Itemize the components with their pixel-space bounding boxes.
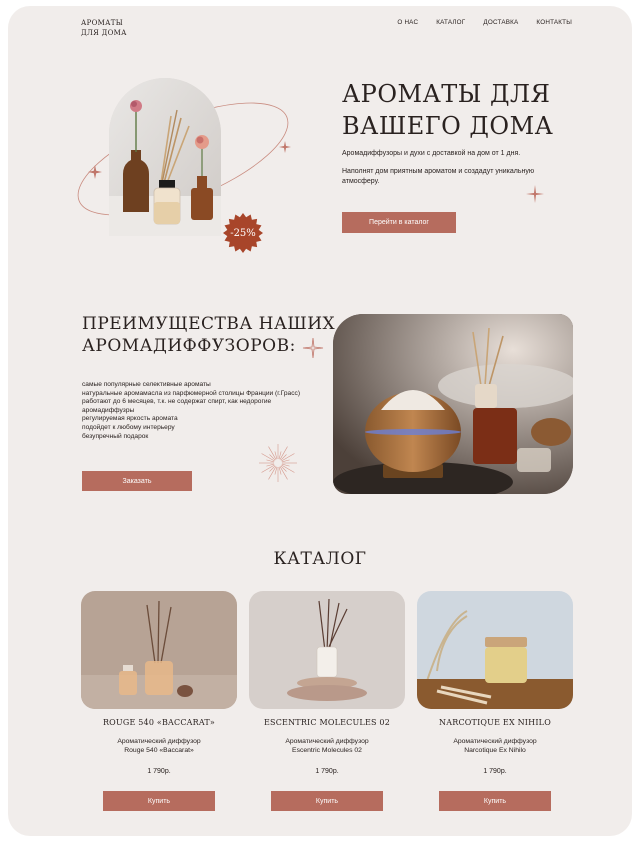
list-item: самые популярные селективные ароматы [82, 381, 211, 388]
product-price: 1 790р. [315, 768, 339, 775]
catalog-title: КАТАЛОГ [273, 549, 367, 569]
hero-text: Наполнят дом приятным ароматом и создаду… [342, 168, 535, 185]
diffuser-photo [333, 314, 573, 494]
advantages-list: самые популярные селективные ароматы нат… [82, 381, 312, 441]
sparkle-icon [88, 165, 102, 179]
product-card[interactable]: ESCENTRIC MOLECULES 02 Ароматический диф… [249, 591, 405, 811]
product-image[interactable] [249, 591, 405, 709]
logo-line-1: АРОМАТЫ [81, 19, 123, 27]
advantages-title: ПРЕИМУЩЕСТВА НАШИХ АРОМАДИФФУЗОРОВ: [82, 313, 335, 357]
sunburst-icon [259, 444, 297, 482]
hero-subtitle: Аромадиффузоры и духи с доставкой на дом… [342, 150, 521, 157]
product-description-line-1: Ароматический диффузор [453, 738, 537, 745]
sparkle-icon [302, 337, 324, 359]
product-image[interactable] [81, 591, 237, 709]
product-description-line-1: Ароматический диффузор [117, 738, 201, 745]
nav-item-about[interactable]: О НАС [397, 19, 418, 26]
product-name[interactable]: ESCENTRIC MOLECULES 02 [249, 718, 405, 727]
main-nav: О НАС КАТАЛОГ ДОСТАВКА КОНТАКТЫ [397, 19, 572, 26]
list-item: регулируемая яркость аромата [82, 415, 178, 423]
product-name[interactable]: ROUGE 540 «BACCARAT» [81, 718, 237, 727]
sparkle-icon [526, 185, 544, 203]
landing-page: АРОМАТЫ ДЛЯ ДОМА О НАС КАТАЛОГ ДОСТАВКА … [8, 6, 632, 836]
list-item: подойдет к любому интерьеру [82, 423, 175, 431]
list-item: работают до 6 месяцев, т.к. не содержат … [82, 398, 272, 414]
sparkle-icon [279, 141, 291, 153]
product-description: Ароматический диффузор Narcotique Ex Nih… [417, 737, 573, 755]
nav-item-catalog[interactable]: КАТАЛОГ [436, 19, 465, 26]
product-image[interactable] [417, 591, 573, 709]
product-price: 1 790р. [483, 768, 507, 775]
advantages-title-line-2: АРОМАДИФФУЗОРОВ: [82, 336, 296, 356]
list-item: безупречный подарок [82, 432, 149, 440]
product-card[interactable]: ROUGE 540 «BACCARAT» Ароматический диффу… [81, 591, 237, 811]
order-button[interactable]: Заказать [82, 471, 192, 491]
list-item: натуральные аромамасла из парфюмерной ст… [82, 389, 301, 397]
product-price: 1 790р. [147, 768, 171, 775]
buy-button[interactable]: Купить [271, 791, 383, 811]
discount-badge: -25% [230, 227, 256, 239]
go-to-catalog-button[interactable]: Перейти в каталог [342, 212, 456, 233]
buy-button[interactable]: Купить [103, 791, 215, 811]
product-description-line-1: Ароматический диффузор [285, 738, 369, 745]
product-description-line-2: Narcotique Ex Nihilo [464, 747, 526, 754]
nav-item-contacts[interactable]: КОНТАКТЫ [536, 19, 572, 26]
buy-button[interactable]: Купить [439, 791, 551, 811]
product-description: Ароматический диффузор Rouge 540 «Baccar… [81, 737, 237, 755]
logo-line-2: ДЛЯ ДОМА [81, 29, 127, 37]
hero-title-line-1: АРОМАТЫ ДЛЯ [342, 80, 551, 108]
hero-title-line-2: ВАШЕГО ДОМА [342, 112, 554, 140]
product-card[interactable]: NARCOTIQUE EX NIHILO Ароматический диффу… [417, 591, 573, 811]
product-description: Ароматический диффузор Escentric Molecul… [249, 737, 405, 755]
nav-item-delivery[interactable]: ДОСТАВКА [483, 19, 518, 26]
advantages-title-line-1: ПРЕИМУЩЕСТВА НАШИХ [82, 314, 336, 334]
product-description-line-2: Rouge 540 «Baccarat» [124, 747, 194, 754]
logo[interactable]: АРОМАТЫ ДЛЯ ДОМА [81, 18, 127, 38]
hero-title: АРОМАТЫ ДЛЯ ВАШЕГО ДОМА [342, 78, 553, 142]
product-name[interactable]: NARCOTIQUE EX NIHILO [417, 718, 573, 727]
product-description-line-2: Escentric Molecules 02 [292, 747, 362, 754]
hero-product-photo [109, 78, 221, 236]
